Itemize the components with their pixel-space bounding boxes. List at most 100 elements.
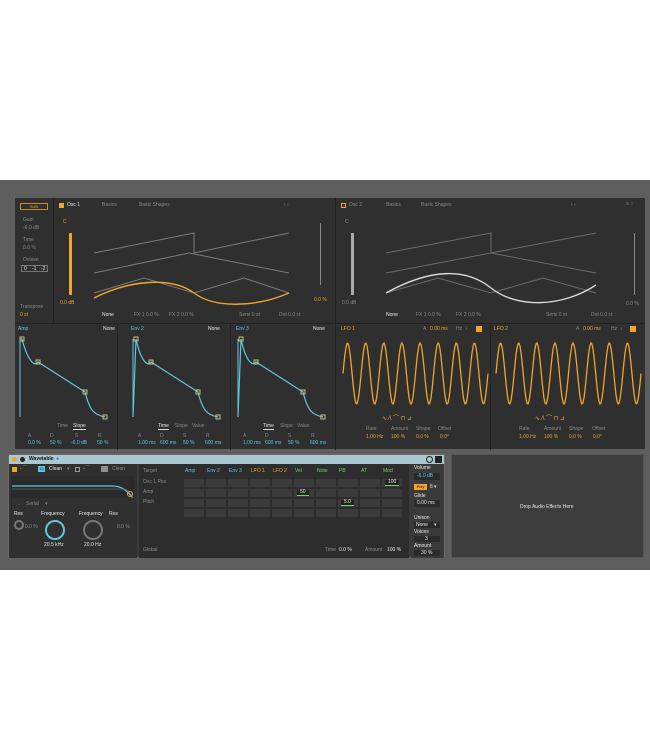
matrix-cell[interactable] (183, 498, 205, 508)
env3-sustain[interactable]: 50 % (288, 441, 299, 446)
matrix-cell[interactable] (293, 498, 315, 508)
env2-decay[interactable]: 600 ms (160, 441, 176, 446)
osc2-fx1[interactable]: FX 1 0.0 % (416, 313, 441, 318)
matrix-cell[interactable] (205, 498, 227, 508)
osc2-enable-toggle[interactable] (341, 203, 346, 208)
osc1-wavetable-display[interactable] (93, 213, 294, 308)
matrix-cell[interactable] (381, 508, 403, 518)
env3-decay[interactable]: 600 ms (265, 441, 281, 446)
osc2-fx-mode[interactable]: None (386, 313, 398, 318)
env3-attack[interactable]: 1.00 ms (243, 441, 261, 446)
amp-env-sustain[interactable]: -6.0 dB (71, 441, 87, 446)
matrix-amount-value[interactable]: 100 % (387, 548, 401, 553)
amp-env-tab-time[interactable]: Time (57, 424, 68, 429)
filter1-mode[interactable]: Clean (49, 467, 62, 472)
matrix-cell[interactable] (249, 488, 271, 498)
device-preset-icon[interactable]: ● (56, 457, 59, 462)
matrix-cell[interactable] (205, 478, 227, 488)
poly-button[interactable]: Poly (414, 484, 427, 490)
env3-mode[interactable]: None (313, 327, 325, 332)
matrix-cell[interactable] (249, 508, 271, 518)
env3-tab-value[interactable]: Value (297, 424, 309, 429)
device-power-icon[interactable] (20, 457, 25, 462)
osc1-mix-value[interactable]: 0.0 % (314, 298, 327, 303)
amp-env-decay[interactable]: 50 % (50, 441, 61, 446)
filter1-mode-chevron-icon[interactable]: ▾ (67, 467, 70, 472)
filter1-slope-badge[interactable]: 12 (38, 466, 45, 472)
filter2-mode[interactable]: Clean (112, 467, 125, 472)
env2-mode[interactable]: None (208, 327, 220, 332)
filter1-toggle[interactable] (12, 467, 17, 472)
matrix-cell-value[interactable]: 50 (297, 490, 309, 496)
unison-select[interactable]: None ▾ (414, 522, 440, 528)
matrix-cell[interactable] (227, 488, 249, 498)
osc2-gain-slider[interactable] (351, 233, 354, 295)
routing-dropdown-icon[interactable]: ▾ (45, 502, 48, 507)
unison-amount-field[interactable]: 30 % (414, 550, 440, 556)
unison-value[interactable]: None (416, 523, 428, 528)
osc1-category[interactable]: Basics (102, 203, 117, 208)
octave-option-1[interactable]: -1 (32, 267, 36, 272)
glide-value[interactable]: 0.00 ms (417, 501, 435, 506)
unison-amount-value[interactable]: 30 % (421, 551, 432, 556)
osc1-fx-mode[interactable]: None (102, 313, 114, 318)
osc2-mix-value[interactable]: 0.0 % (626, 302, 639, 307)
matrix-cell[interactable] (271, 508, 293, 518)
device-activator-icon[interactable] (12, 457, 17, 462)
osc2-nav-arrows-icon[interactable]: ‹ › (571, 203, 576, 208)
routing-chevron-icon[interactable]: → (16, 502, 21, 507)
volume-value[interactable]: -6.0 dB (417, 474, 433, 479)
env3-graph[interactable] (237, 336, 333, 420)
env3-tab-time[interactable]: Time (263, 424, 274, 430)
osc1-semi[interactable]: Semi 0 st (239, 313, 260, 318)
filter1-freq-knob[interactable] (45, 520, 65, 540)
matrix-cell[interactable] (227, 478, 249, 488)
filter1-res-knob[interactable] (14, 520, 24, 530)
matrix-cell[interactable] (293, 478, 315, 488)
env2-attack[interactable]: 1.00 ms (138, 441, 156, 446)
matrix-cell[interactable] (293, 508, 315, 518)
matrix-cell[interactable] (359, 488, 381, 498)
lfo2-note-icon[interactable]: ♪ (620, 327, 623, 332)
lfo2-time[interactable]: 0.00 ms (583, 327, 601, 332)
lfo1-shape-icons[interactable]: ∿ ⁄\ ⌒ ⊓ ⊿ (382, 416, 412, 422)
matrix-cell[interactable] (359, 508, 381, 518)
osc2-fx2[interactable]: FX 2 0.0 % (456, 313, 481, 318)
lfo2-shape-icons[interactable]: ∿ ⁄\ ⌒ ⊓ ⊿ (535, 416, 565, 422)
amp-env-mode[interactable]: None (103, 327, 115, 332)
matrix-cell[interactable] (183, 488, 205, 498)
matrix-cell-value[interactable]: 5.0 (341, 500, 354, 506)
amp-env-release[interactable]: 50 % (97, 441, 108, 446)
lfo1-note-icon[interactable]: ♪ (465, 327, 468, 332)
matrix-cell[interactable] (271, 478, 293, 488)
osc1-mix-slider[interactable] (320, 223, 321, 285)
amp-env-tab-slope[interactable]: Slope (73, 424, 86, 430)
glide-field[interactable]: 0.00 ms (414, 500, 440, 507)
env3-tab-slope[interactable]: Slope (280, 424, 293, 429)
filter2-toggle[interactable] (75, 467, 80, 472)
env2-tab-time[interactable]: Time (158, 424, 169, 430)
matrix-cell[interactable] (337, 508, 359, 518)
matrix-cell[interactable] (227, 508, 249, 518)
lfo1-amount[interactable]: 100 % (391, 435, 405, 440)
osc1-gain-value[interactable]: 0.0 dB (60, 301, 74, 306)
matrix-cell[interactable] (183, 478, 205, 488)
env2-sustain[interactable]: 50 % (183, 441, 194, 446)
env2-graph[interactable] (132, 336, 228, 420)
lfo1-offset[interactable]: 0.0° (440, 435, 449, 440)
matrix-cell[interactable] (315, 498, 337, 508)
matrix-cell[interactable] (227, 498, 249, 508)
matrix-cell[interactable] (249, 478, 271, 488)
lfo1-time[interactable]: 0.00 ms (430, 327, 448, 332)
osc2-det[interactable]: Det 0.0 ct (591, 313, 612, 318)
osc1-nav-arrows-icon[interactable]: ‹ › (284, 203, 289, 208)
device-expand-icon[interactable] (426, 456, 433, 463)
lfo2-shape[interactable]: 0.0 % (569, 435, 582, 440)
matrix-cell[interactable] (381, 498, 403, 508)
filter-response-display[interactable] (12, 476, 134, 499)
lfo1-hz[interactable]: Hz (456, 327, 462, 332)
lfo2-retrigger-toggle[interactable] (630, 326, 636, 332)
matrix-cell[interactable] (205, 488, 227, 498)
matrix-cell-value[interactable]: 100 (385, 480, 400, 486)
lfo1-waveform[interactable] (342, 341, 489, 406)
